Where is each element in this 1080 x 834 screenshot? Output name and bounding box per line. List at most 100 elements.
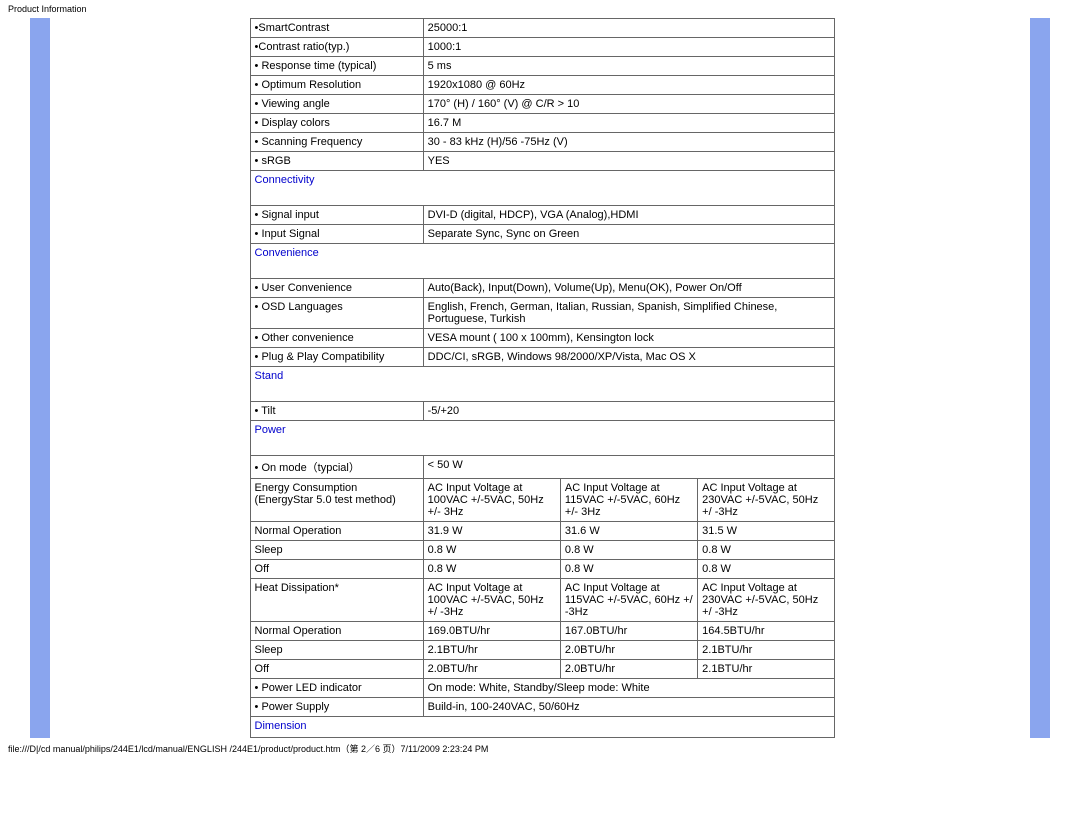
spec-value: 2.0BTU/hr [560,660,697,679]
table-row: •Contrast ratio(typ.)1000:1 [250,38,835,57]
table-row: Heat Dissipation* AC Input Voltage at 10… [250,579,835,622]
section-header: Power [250,421,835,456]
spec-label: Off [250,660,423,679]
table-row: • OSD LanguagesEnglish, French, German, … [250,298,835,329]
spec-value: 16.7 M [423,114,835,133]
spec-value: AC Input Voltage at 230VAC +/-5VAC, 50Hz… [698,579,835,622]
spec-value: 0.8 W [560,541,697,560]
spec-label: • Tilt [250,402,423,421]
spec-value: DVI-D (digital, HDCP), VGA (Analog),HDMI [423,206,835,225]
spec-label: • Signal input [250,206,423,225]
spec-label: • Power LED indicator [250,679,423,698]
spec-label: Sleep [250,641,423,660]
spec-label: • On mode（typcial） [250,456,423,479]
spec-value: 25000:1 [423,19,835,38]
spec-value: 164.5BTU/hr [698,622,835,641]
table-row: • Viewing angle170° (H) / 160° (V) @ C/R… [250,95,835,114]
spec-value: VESA mount ( 100 x 100mm), Kensington lo… [423,329,835,348]
spec-value: AC Input Voltage at 115VAC +/-5VAC, 60Hz… [560,579,697,622]
spec-label: Sleep [250,541,423,560]
section-header-row: Dimension [250,717,835,738]
spec-value: < 50 W [423,456,835,479]
spec-value: Auto(Back), Input(Down), Volume(Up), Men… [423,279,835,298]
left-sidebar [30,18,50,738]
spec-value: 0.8 W [698,560,835,579]
spec-label: • sRGB [250,152,423,171]
spec-value: AC Input Voltage at 115VAC +/-5VAC, 60Hz… [560,479,697,522]
table-row: • Display colors16.7 M [250,114,835,133]
spec-label: • Input Signal [250,225,423,244]
spec-value: 31.9 W [423,522,560,541]
spec-label: Normal Operation [250,622,423,641]
table-row: • On mode（typcial）< 50 W [250,456,835,479]
spec-value: 2.1BTU/hr [698,660,835,679]
spec-value: On mode: White, Standby/Sleep mode: Whit… [423,679,835,698]
spec-value: 2.1BTU/hr [423,641,560,660]
table-row: Off 2.0BTU/hr 2.0BTU/hr 2.1BTU/hr [250,660,835,679]
spec-value: AC Input Voltage at 230VAC +/-5VAC, 50Hz… [698,479,835,522]
spec-value: 31.6 W [560,522,697,541]
spec-value: 2.0BTU/hr [560,641,697,660]
spec-value: 1920x1080 @ 60Hz [423,76,835,95]
spec-label: Energy Consumption (EnergyStar 5.0 test … [250,479,423,522]
spec-value: -5/+20 [423,402,835,421]
spec-value: 1000:1 [423,38,835,57]
spec-label: • Scanning Frequency [250,133,423,152]
spec-value: 0.8 W [423,560,560,579]
spec-value: English, French, German, Italian, Russia… [423,298,835,329]
spec-table: •SmartContrast25000:1 •Contrast ratio(ty… [250,18,836,738]
spec-label: • Viewing angle [250,95,423,114]
table-row: • Scanning Frequency30 - 83 kHz (H)/56 -… [250,133,835,152]
spec-label: • Plug & Play Compatibility [250,348,423,367]
spec-value: Build-in, 100-240VAC, 50/60Hz [423,698,835,717]
section-header-row: Convenience [250,244,835,279]
table-row: Normal Operation 169.0BTU/hr 167.0BTU/hr… [250,622,835,641]
spec-label: Normal Operation [250,522,423,541]
page-header: Product Information [0,0,1080,18]
content-wrap: •SmartContrast25000:1 •Contrast ratio(ty… [0,18,1080,738]
spec-value: 170° (H) / 160° (V) @ C/R > 10 [423,95,835,114]
section-header: Connectivity [250,171,835,206]
spec-label: Off [250,560,423,579]
section-header: Stand [250,367,835,402]
spec-value: 2.1BTU/hr [698,641,835,660]
section-header: Convenience [250,244,835,279]
table-row: • Power SupplyBuild-in, 100-240VAC, 50/6… [250,698,835,717]
spec-label: •Contrast ratio(typ.) [250,38,423,57]
spec-label: Heat Dissipation* [250,579,423,622]
spec-value: 167.0BTU/hr [560,622,697,641]
spec-value: Separate Sync, Sync on Green [423,225,835,244]
spec-value: 5 ms [423,57,835,76]
spec-value: 0.8 W [698,541,835,560]
page-footer: file:///D|/cd manual/philips/244E1/lcd/m… [0,738,1080,759]
table-row: • sRGB YES [250,152,835,171]
table-row: Normal Operation 31.9 W 31.6 W 31.5 W [250,522,835,541]
table-row: • Plug & Play CompatibilityDDC/CI, sRGB,… [250,348,835,367]
table-row: Off 0.8 W 0.8 W 0.8 W [250,560,835,579]
spec-value: YES [423,152,835,171]
section-header-row: Connectivity [250,171,835,206]
table-row: Sleep 0.8 W 0.8 W 0.8 W [250,541,835,560]
spec-value: 30 - 83 kHz (H)/56 -75Hz (V) [423,133,835,152]
table-row: • Tilt-5/+20 [250,402,835,421]
spec-label: • User Convenience [250,279,423,298]
table-row: • User ConvenienceAuto(Back), Input(Down… [250,279,835,298]
table-row: • Other convenienceVESA mount ( 100 x 10… [250,329,835,348]
section-header-row: Stand [250,367,835,402]
table-row: Energy Consumption (EnergyStar 5.0 test … [250,479,835,522]
spec-label: • Response time (typical) [250,57,423,76]
table-row: •SmartContrast25000:1 [250,19,835,38]
table-row: Sleep 2.1BTU/hr 2.0BTU/hr 2.1BTU/hr [250,641,835,660]
spec-label: • Other convenience [250,329,423,348]
table-row: • Input SignalSeparate Sync, Sync on Gre… [250,225,835,244]
spec-value: 169.0BTU/hr [423,622,560,641]
spec-value: 31.5 W [698,522,835,541]
table-row: • Power LED indicatorOn mode: White, Sta… [250,679,835,698]
spec-label: • Power Supply [250,698,423,717]
table-row: • Signal inputDVI-D (digital, HDCP), VGA… [250,206,835,225]
spec-label: •SmartContrast [250,19,423,38]
spec-value: DDC/CI, sRGB, Windows 98/2000/XP/Vista, … [423,348,835,367]
spec-label: • Optimum Resolution [250,76,423,95]
spec-value: AC Input Voltage at 100VAC +/-5VAC, 50Hz… [423,579,560,622]
section-header-row: Power [250,421,835,456]
